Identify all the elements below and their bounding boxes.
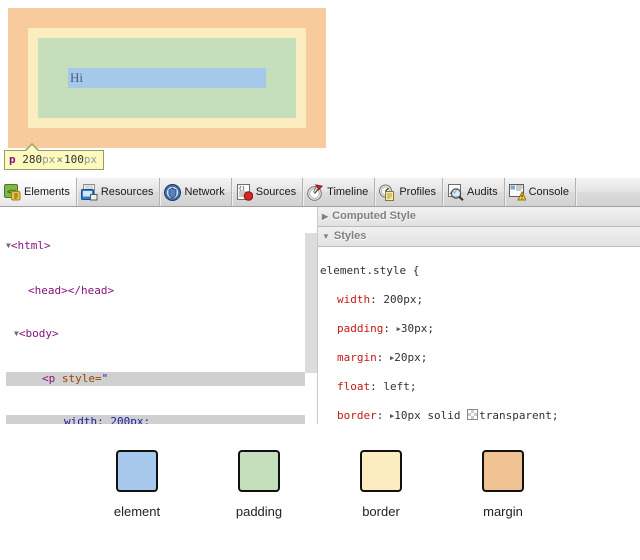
tooltip-box: p 280px×100px <box>4 150 105 170</box>
dom-style-width: width: 200px; <box>64 415 151 424</box>
css-property-value: 10px solid <box>394 408 468 422</box>
tab-resources[interactable]: Resources <box>77 178 161 206</box>
legend-item-padding: padding <box>198 450 320 519</box>
legend-item-margin: margin <box>442 450 564 519</box>
css-property-value: left; <box>383 379 417 393</box>
devtools-toolbar: <> Elements Resources Network <box>0 178 640 207</box>
tab-resources-label: Resources <box>100 186 154 198</box>
disclosure-triangle-icon[interactable]: ▼ <box>6 241 11 250</box>
tab-console-label: Console <box>528 186 569 198</box>
box-model-overlay: Hi <box>8 8 326 148</box>
dom-node-body: <body> <box>18 327 59 340</box>
tab-audits[interactable]: Audits <box>443 178 505 206</box>
dom-node-head: <head></head> <box>28 283 115 297</box>
element-size-tooltip: p 280px×100px <box>4 143 105 170</box>
tooltip-height-unit: px <box>83 153 98 166</box>
tab-audits-label: Audits <box>467 186 498 198</box>
svg-text:{}: {} <box>238 186 245 192</box>
tooltip-arrow <box>26 145 38 151</box>
tab-profiles[interactable]: Profiles <box>375 178 443 206</box>
legend-label-border: border <box>362 504 400 519</box>
css-property-name: width <box>337 292 371 306</box>
box-model-legend: element padding border margin <box>0 450 640 519</box>
panel-scrollbar[interactable] <box>305 207 318 424</box>
legend-label-padding: padding <box>235 504 283 519</box>
tooltip-height-value: 100 <box>64 153 84 166</box>
elements-icon: <> <box>4 183 21 200</box>
computed-style-section-header[interactable]: ▶ Computed Style <box>318 207 640 227</box>
element-style-rule[interactable]: element.style { width: 200px; padding: ▶… <box>318 247 640 424</box>
css-property-name: margin <box>337 350 377 364</box>
resources-icon <box>80 183 98 200</box>
tab-timeline-label: Timeline <box>327 186 369 198</box>
css-declaration[interactable]: float: left; <box>320 380 640 395</box>
dom-attr-quote-open: " <box>101 371 109 385</box>
legend-label-margin: margin <box>483 504 523 519</box>
element-style-selector: element.style { <box>320 263 420 277</box>
css-declaration[interactable]: width: 200px; <box>320 293 640 308</box>
dom-node-p-open: <p <box>42 371 62 385</box>
tooltip-width-unit: px <box>42 153 56 166</box>
computed-style-label: Computed Style <box>332 210 416 222</box>
legend-swatch-border <box>360 450 402 492</box>
dom-tree: ▼<html> <head></head> ▼<body> <p style="… <box>0 207 305 424</box>
dom-row-selected[interactable]: width: 200px; <box>6 415 305 424</box>
dom-node-html: <html> <box>10 239 51 252</box>
devtools-panel: <> Elements Resources Network <box>0 178 640 424</box>
dom-row[interactable]: <head></head> <box>6 284 305 299</box>
css-property-value: 200px; <box>383 292 424 306</box>
tab-elements-label: Elements <box>24 186 70 198</box>
devtools-body: ▼<html> <head></head> ▼<body> <p style="… <box>0 207 640 424</box>
css-property-value-color: transparent; <box>479 408 559 422</box>
dom-tree-panel[interactable]: ▼<html> <head></head> ▼<body> <p style="… <box>0 207 305 424</box>
dom-attr-style: style= <box>61 371 102 385</box>
element-box: Hi <box>68 68 266 88</box>
css-declaration[interactable]: margin: ▶20px; <box>320 351 640 366</box>
tab-profiles-label: Profiles <box>399 186 436 198</box>
legend-swatch-padding <box>238 450 280 492</box>
css-declaration[interactable]: border: ▶10px solid transparent; <box>320 408 640 424</box>
chevron-right-icon: ▶ <box>322 212 329 221</box>
dom-row-selected[interactable]: <p style=" <box>6 371 305 386</box>
legend-item-border: border <box>320 450 442 519</box>
legend-swatch-element <box>116 450 158 492</box>
css-property-value: 20px; <box>394 350 428 364</box>
tab-timeline[interactable]: Timeline <box>303 178 376 206</box>
dom-row[interactable]: ▼<body> <box>6 327 305 343</box>
css-property-value: 30px; <box>400 321 434 335</box>
legend-row: element padding border margin <box>76 450 564 519</box>
sources-icon: {} <box>236 183 253 201</box>
dom-row[interactable]: ▼<html> <box>6 239 305 255</box>
styles-sidebar: ▶ Computed Style ▼ Styles element.style … <box>318 207 640 424</box>
chevron-down-icon: ▼ <box>322 232 330 241</box>
audits-icon <box>448 183 464 201</box>
profiles-icon <box>379 184 395 201</box>
tab-elements[interactable]: <> Elements <box>0 178 77 206</box>
tooltip-width-value: 280 <box>22 153 43 166</box>
legend-swatch-margin <box>482 450 524 492</box>
timeline-icon <box>307 183 324 201</box>
tooltip-tag-name: p <box>9 153 16 166</box>
console-icon <box>508 183 526 200</box>
tab-sources[interactable]: {} Sources <box>232 178 304 206</box>
legend-label-element: element <box>113 504 161 519</box>
color-swatch[interactable] <box>467 408 479 420</box>
legend-item-element: element <box>76 450 198 519</box>
tab-sources-label: Sources <box>255 186 297 198</box>
scrollbar-thumb[interactable] <box>305 233 317 373</box>
css-declaration[interactable]: padding: ▶30px; <box>320 322 640 337</box>
tab-network-label: Network <box>184 186 225 198</box>
styles-label: Styles <box>333 230 367 242</box>
tab-console[interactable]: Console <box>505 178 576 206</box>
styles-section-header[interactable]: ▼ Styles <box>318 227 640 247</box>
tooltip-separator: × <box>56 153 63 166</box>
css-property-name: border <box>337 408 377 422</box>
disclosure-triangle-icon[interactable]: ▼ <box>14 329 19 338</box>
css-property-name: float <box>337 379 371 393</box>
css-property-name: padding <box>337 321 384 335</box>
network-icon <box>164 183 182 201</box>
tab-network[interactable]: Network <box>160 178 232 206</box>
